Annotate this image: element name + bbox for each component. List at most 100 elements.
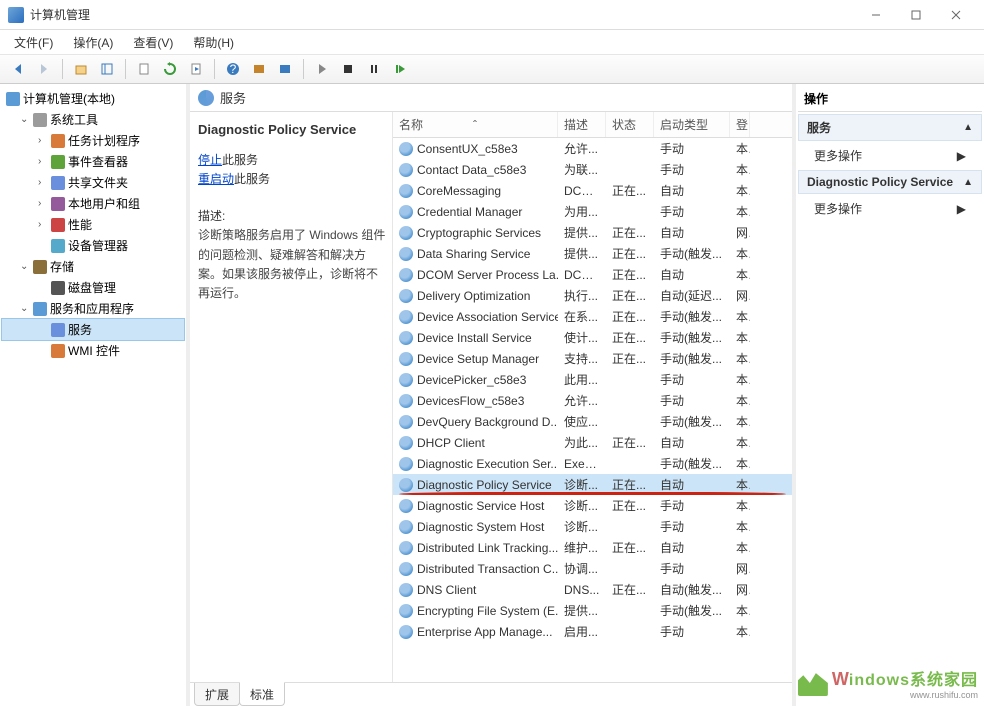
menu-view[interactable]: 查看(V) <box>125 32 181 53</box>
service-type-cell: 手动 <box>654 371 730 388</box>
stop-link[interactable]: 停止 <box>198 153 222 167</box>
service-row[interactable]: ConsentUX_c58e3允许...手动本 <box>393 138 792 159</box>
export-button[interactable] <box>184 57 208 81</box>
service-row[interactable]: Delivery Optimization执行...正在...自动(延迟...网 <box>393 285 792 306</box>
service-row[interactable]: Diagnostic Policy Service诊断...正在...自动本 <box>393 474 792 495</box>
action-more-1[interactable]: 更多操作▶ <box>798 143 982 168</box>
service-row[interactable]: Distributed Transaction C...协调...手动网 <box>393 558 792 579</box>
tree-disk-mgmt[interactable]: 磁盘管理 <box>2 277 184 298</box>
service-row[interactable]: Diagnostic Service Host诊断...正在...手动本 <box>393 495 792 516</box>
tree-pane[interactable]: 计算机管理(本地) ⌄系统工具 ›任务计划程序 ›事件查看器 ›共享文件夹 ›本… <box>0 84 190 706</box>
expand-icon[interactable]: › <box>38 156 48 167</box>
tree-performance[interactable]: ›性能 <box>2 214 184 235</box>
col-startup[interactable]: 启动类型 <box>654 112 730 137</box>
action-more-2[interactable]: 更多操作▶ <box>798 196 982 221</box>
toolbar-icon[interactable] <box>273 57 297 81</box>
forward-button[interactable] <box>32 57 56 81</box>
toolbar-icon[interactable] <box>247 57 271 81</box>
tree-services-apps[interactable]: ⌄服务和应用程序 <box>2 298 184 319</box>
expand-icon[interactable]: › <box>38 198 48 209</box>
service-row[interactable]: Device Install Service使计...正在...手动(触发...… <box>393 327 792 348</box>
service-row[interactable]: Enterprise App Manage...启用...手动本 <box>393 621 792 642</box>
tree-event-viewer[interactable]: ›事件查看器 <box>2 151 184 172</box>
show-hide-button[interactable] <box>95 57 119 81</box>
service-row[interactable]: Encrypting File System (E...提供...手动(触发..… <box>393 600 792 621</box>
expand-icon[interactable]: › <box>38 177 48 188</box>
tab-standard[interactable]: 标准 <box>239 682 285 706</box>
action-group-dps[interactable]: Diagnostic Policy Service▲ <box>798 170 982 194</box>
menu-help[interactable]: 帮助(H) <box>185 32 242 53</box>
service-row[interactable]: Distributed Link Tracking...维护...正在...自动… <box>393 537 792 558</box>
service-row[interactable]: DevicesFlow_c58e3允许...手动本 <box>393 390 792 411</box>
center-pane: 服务 Diagnostic Policy Service 停止此服务 重启动此服… <box>190 84 796 706</box>
action-group-services[interactable]: 服务▲ <box>798 114 982 141</box>
service-log-cell: 网 <box>730 581 750 598</box>
service-row[interactable]: Diagnostic Execution Ser...Exec...手动(触发.… <box>393 453 792 474</box>
restart-button[interactable] <box>388 57 412 81</box>
service-type-cell: 手动(触发... <box>654 455 730 472</box>
service-type-cell: 手动 <box>654 161 730 178</box>
service-name-cell: Diagnostic System Host <box>393 520 558 534</box>
tree-wmi[interactable]: WMI 控件 <box>2 340 184 361</box>
col-logon[interactable]: 登 <box>730 112 750 137</box>
service-row[interactable]: Diagnostic System Host诊断...手动本 <box>393 516 792 537</box>
tree-task-scheduler[interactable]: ›任务计划程序 <box>2 130 184 151</box>
expand-icon[interactable]: › <box>38 219 48 230</box>
minimize-button[interactable] <box>856 1 896 29</box>
service-row[interactable]: Contact Data_c58e3为联...手动本 <box>393 159 792 180</box>
service-row[interactable]: Cryptographic Services提供...正在...自动网 <box>393 222 792 243</box>
tree-local-users[interactable]: ›本地用户和组 <box>2 193 184 214</box>
refresh-button[interactable] <box>158 57 182 81</box>
service-desc-cell: 此用... <box>558 371 606 388</box>
service-row[interactable]: Device Association Service在系...正在...手动(触… <box>393 306 792 327</box>
maximize-button[interactable] <box>896 1 936 29</box>
tree-root[interactable]: 计算机管理(本地) <box>2 88 184 109</box>
service-name-cell: DNS Client <box>393 583 558 597</box>
close-button[interactable] <box>936 1 976 29</box>
col-name[interactable]: 名称 ˆ <box>393 112 558 137</box>
start-button[interactable] <box>310 57 334 81</box>
tree-storage[interactable]: ⌄存储 <box>2 256 184 277</box>
list-body[interactable]: ConsentUX_c58e3允许...手动本Contact Data_c58e… <box>393 138 792 682</box>
stop-button[interactable] <box>336 57 360 81</box>
tree-device-manager[interactable]: 设备管理器 <box>2 235 184 256</box>
col-desc[interactable]: 描述 <box>558 112 606 137</box>
service-log-cell: 网 <box>730 224 750 241</box>
menu-action[interactable]: 操作(A) <box>65 32 121 53</box>
service-type-cell: 手动(触发... <box>654 245 730 262</box>
service-row[interactable]: Device Setup Manager支持...正在...手动(触发...本 <box>393 348 792 369</box>
service-row[interactable]: DNS ClientDNS...正在...自动(触发...网 <box>393 579 792 600</box>
tree-shared-folders[interactable]: ›共享文件夹 <box>2 172 184 193</box>
collapse-icon[interactable]: ⌄ <box>20 303 30 314</box>
service-name-cell: Distributed Link Tracking... <box>393 541 558 555</box>
service-row[interactable]: DHCP Client为此...正在...自动本 <box>393 432 792 453</box>
service-row[interactable]: Credential Manager为用...手动本 <box>393 201 792 222</box>
service-row[interactable]: CoreMessagingDCO...正在...自动本 <box>393 180 792 201</box>
tree-services[interactable]: 服务 <box>2 319 184 340</box>
service-row[interactable]: DevQuery Background D...使应...手动(触发...本 <box>393 411 792 432</box>
properties-button[interactable] <box>132 57 156 81</box>
gear-icon <box>399 415 413 429</box>
back-button[interactable] <box>6 57 30 81</box>
pause-button[interactable] <box>362 57 386 81</box>
expand-icon[interactable]: › <box>38 135 48 146</box>
collapse-icon[interactable]: ⌄ <box>20 261 30 272</box>
service-row[interactable]: Data Sharing Service提供...正在...手动(触发...本 <box>393 243 792 264</box>
center-header: 服务 <box>190 84 792 112</box>
gear-icon <box>51 323 65 337</box>
service-row[interactable]: DevicePicker_c58e3此用...手动本 <box>393 369 792 390</box>
collapse-icon[interactable]: ⌄ <box>20 114 30 125</box>
tree-system-tools[interactable]: ⌄系统工具 <box>2 109 184 130</box>
service-name-cell: Distributed Transaction C... <box>393 562 558 576</box>
up-button[interactable] <box>69 57 93 81</box>
service-log-cell: 本 <box>730 161 750 178</box>
service-desc-cell: 为用... <box>558 203 606 220</box>
help-button[interactable]: ? <box>221 57 245 81</box>
service-name-cell: Contact Data_c58e3 <box>393 163 558 177</box>
menu-file[interactable]: 文件(F) <box>6 32 61 53</box>
service-row[interactable]: DCOM Server Process La...DCO...正在...自动本 <box>393 264 792 285</box>
col-status[interactable]: 状态 <box>606 112 654 137</box>
tab-extended[interactable]: 扩展 <box>194 683 240 706</box>
service-status-cell: 正在... <box>606 350 654 367</box>
restart-link[interactable]: 重启动 <box>198 172 234 186</box>
